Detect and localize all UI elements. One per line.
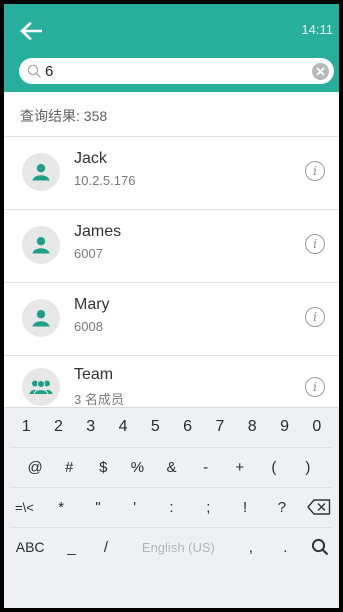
contact-number: 10.2.5.176 xyxy=(74,173,136,188)
key-2[interactable]: 2 xyxy=(42,409,74,445)
key-comma[interactable]: , xyxy=(234,529,268,565)
key-colon[interactable]: : xyxy=(153,489,190,525)
key-single-quote[interactable]: ' xyxy=(116,489,153,525)
clear-search-button[interactable] xyxy=(312,62,329,80)
key-period[interactable]: . xyxy=(268,529,302,565)
key-backspace[interactable] xyxy=(300,489,337,525)
key-double-quote[interactable]: " xyxy=(80,489,117,525)
key-8[interactable]: 8 xyxy=(236,409,268,445)
contact-number: 6008 xyxy=(74,319,103,334)
key-minus[interactable]: - xyxy=(189,449,223,485)
search-input[interactable] xyxy=(44,59,312,83)
key-at[interactable]: @ xyxy=(18,449,52,485)
back-button[interactable] xyxy=(18,18,44,44)
person-icon xyxy=(32,237,50,254)
key-4[interactable]: 4 xyxy=(107,409,139,445)
key-6[interactable]: 6 xyxy=(171,409,203,445)
backspace-icon xyxy=(306,499,330,515)
on-screen-keyboard: 1 2 3 4 5 6 7 8 9 0 @ # $ % & - + ( ) =\… xyxy=(4,407,339,608)
result-count: 查询结果: 358 xyxy=(20,108,108,124)
contact-name: James xyxy=(74,223,122,240)
key-plus[interactable]: + xyxy=(223,449,257,485)
key-question[interactable]: ? xyxy=(263,489,300,525)
key-7[interactable]: 7 xyxy=(204,409,236,445)
group-icon xyxy=(29,380,53,395)
search-icon xyxy=(24,61,44,81)
arrow-left-icon xyxy=(20,22,42,40)
key-close-paren[interactable]: ) xyxy=(291,449,325,485)
key-asterisk[interactable]: * xyxy=(43,489,80,525)
close-icon xyxy=(316,66,325,76)
keyboard-divider xyxy=(10,487,333,488)
key-open-paren[interactable]: ( xyxy=(257,449,291,485)
key-underscore[interactable]: _ xyxy=(54,529,88,565)
contact-item-james[interactable]: James 6007 i xyxy=(4,210,339,282)
key-hash[interactable]: # xyxy=(52,449,86,485)
top-bar: 14:11 xyxy=(4,4,339,92)
keyboard-row-symbols-1: @ # $ % & - + ( ) xyxy=(4,449,339,485)
key-percent[interactable]: % xyxy=(120,449,154,485)
info-icon[interactable]: i xyxy=(305,234,325,254)
keyboard-row-bottom: ABC _ / English (US) , . xyxy=(4,529,339,565)
key-more-symbols[interactable]: =\< xyxy=(6,489,43,525)
key-0[interactable]: 0 xyxy=(301,409,333,445)
status-time: 14:11 xyxy=(301,22,333,37)
key-ampersand[interactable]: & xyxy=(154,449,188,485)
key-abc[interactable]: ABC xyxy=(6,529,54,565)
contact-item-jack[interactable]: Jack 10.2.5.176 i xyxy=(4,137,339,209)
contact-name: Jack xyxy=(74,150,107,167)
contact-number: 6007 xyxy=(74,246,103,261)
keyboard-row-numbers: 1 2 3 4 5 6 7 8 9 0 xyxy=(4,409,339,445)
contact-name: Team xyxy=(74,366,114,383)
key-slash[interactable]: / xyxy=(89,529,123,565)
avatar xyxy=(22,368,60,406)
key-search[interactable] xyxy=(303,529,337,565)
key-semicolon[interactable]: ; xyxy=(190,489,227,525)
key-1[interactable]: 1 xyxy=(10,409,42,445)
avatar xyxy=(22,226,60,264)
info-icon[interactable]: i xyxy=(305,377,325,397)
key-dollar[interactable]: $ xyxy=(86,449,120,485)
search-icon xyxy=(311,538,329,556)
person-icon xyxy=(32,164,50,181)
contact-member-count: 3 名成员 xyxy=(74,392,124,407)
person-icon xyxy=(32,310,50,327)
avatar xyxy=(22,299,60,337)
search-field[interactable] xyxy=(19,58,334,84)
key-9[interactable]: 9 xyxy=(268,409,300,445)
key-space[interactable]: English (US) xyxy=(123,529,233,565)
phone-screen: 14:11 查询结果: 358 Jack xyxy=(4,4,339,608)
info-icon[interactable]: i xyxy=(305,161,325,181)
key-exclamation[interactable]: ! xyxy=(227,489,264,525)
contact-item-mary[interactable]: Mary 6008 i xyxy=(4,283,339,355)
keyboard-divider xyxy=(10,447,333,448)
contact-name: Mary xyxy=(74,296,110,313)
keyboard-row-symbols-2: =\< * " ' : ; ! ? xyxy=(4,489,339,525)
key-3[interactable]: 3 xyxy=(75,409,107,445)
key-5[interactable]: 5 xyxy=(139,409,171,445)
keyboard-divider xyxy=(10,527,333,528)
info-icon[interactable]: i xyxy=(305,307,325,327)
avatar xyxy=(22,153,60,191)
